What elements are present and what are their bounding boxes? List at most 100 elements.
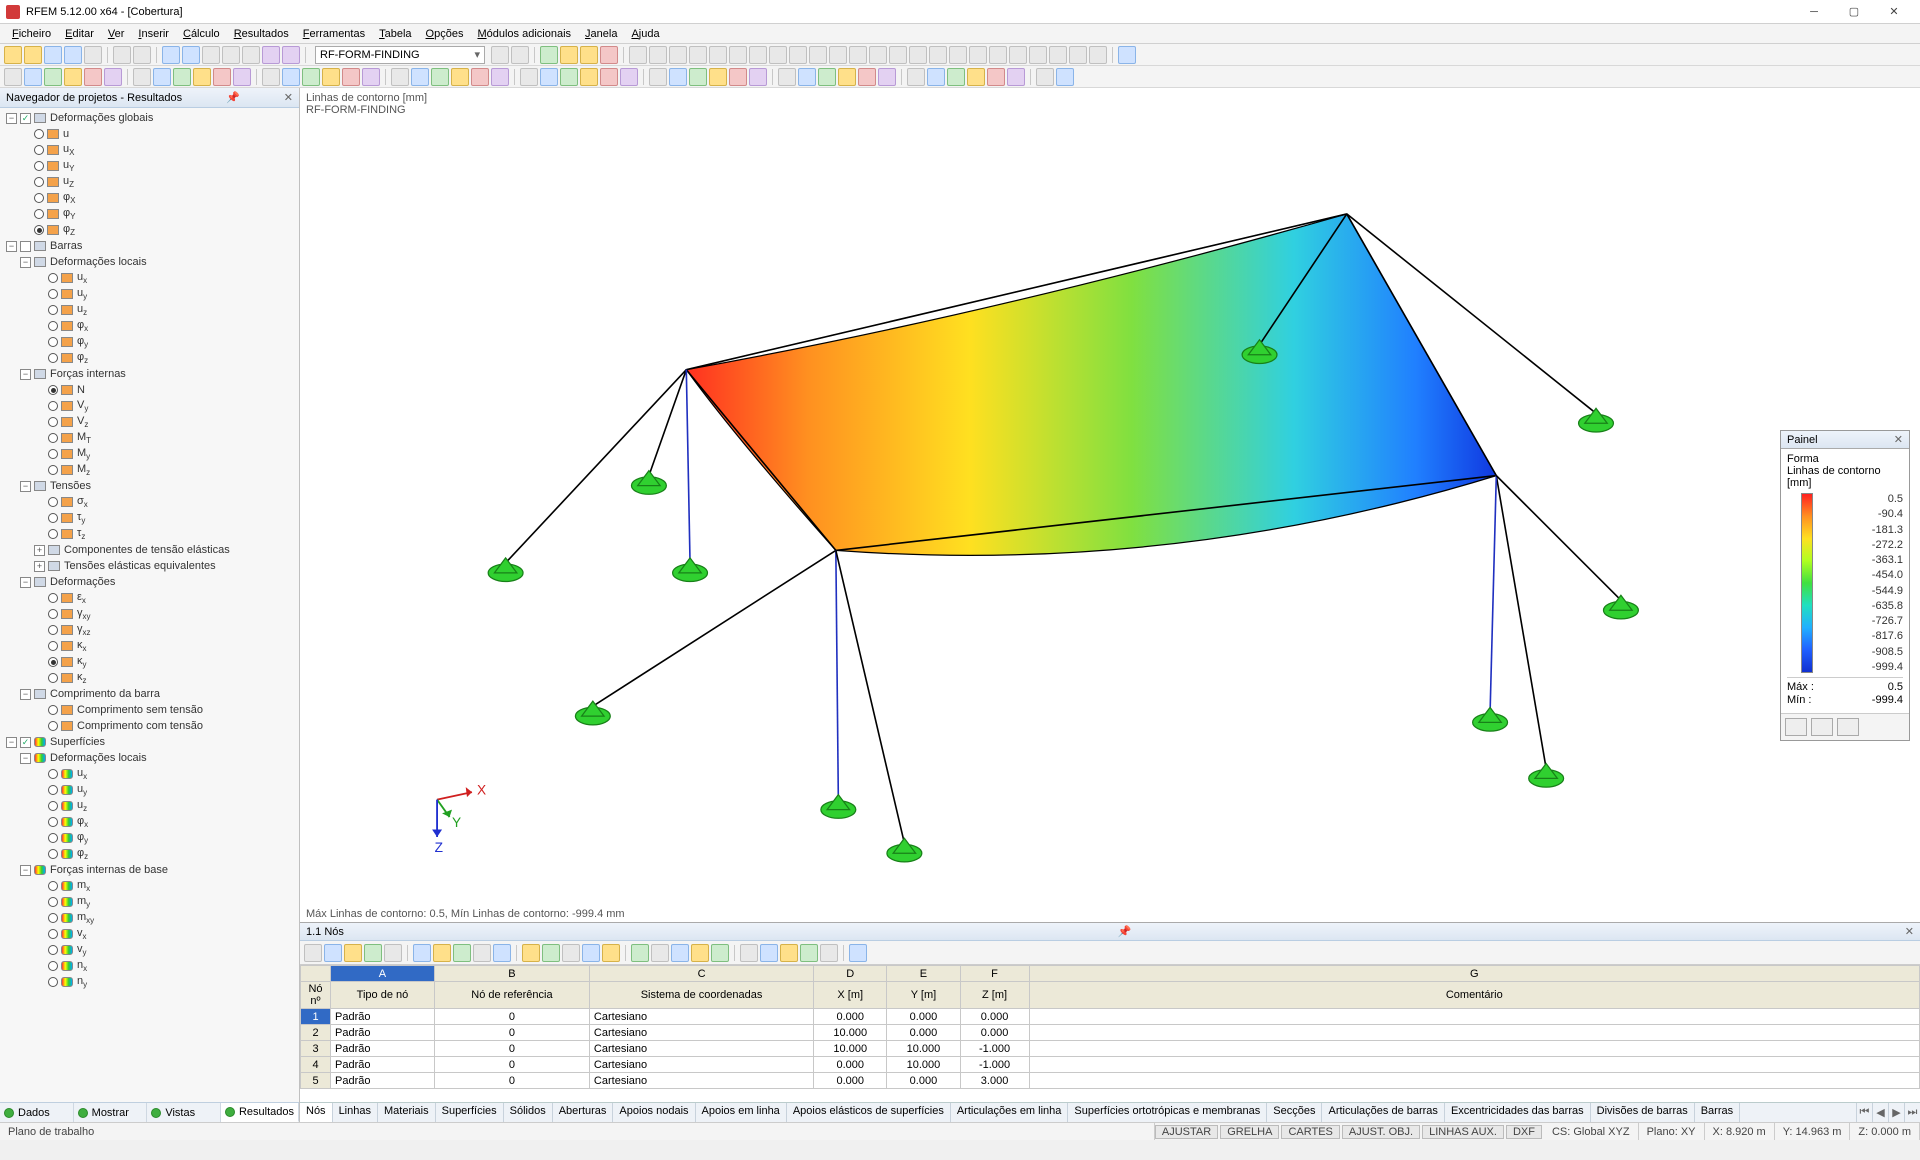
- tb-calc[interactable]: [540, 46, 558, 64]
- radio[interactable]: [48, 465, 58, 475]
- tree-node[interactable]: uy: [0, 782, 299, 798]
- sheet-tab[interactable]: Divisões de barras: [1591, 1103, 1695, 1122]
- radio[interactable]: [48, 961, 58, 971]
- tbl-tool[interactable]: [562, 944, 580, 962]
- expand-icon[interactable]: −: [20, 369, 31, 380]
- tb-misc[interactable]: [1009, 46, 1027, 64]
- tb-next[interactable]: [511, 46, 529, 64]
- radio[interactable]: [48, 273, 58, 283]
- tb-misc[interactable]: [1029, 46, 1047, 64]
- expand-icon[interactable]: −: [6, 113, 17, 124]
- radio[interactable]: [48, 593, 58, 603]
- tb2-btn[interactable]: [84, 68, 102, 86]
- tb-redo[interactable]: [133, 46, 151, 64]
- cell[interactable]: 0.000: [960, 1009, 1029, 1025]
- cell[interactable]: 0: [434, 1057, 589, 1073]
- tb-rotate[interactable]: [242, 46, 260, 64]
- tree-node[interactable]: −Deformações locais: [0, 254, 299, 270]
- tree-node[interactable]: φx: [0, 318, 299, 334]
- tb2-btn[interactable]: [4, 68, 22, 86]
- tbl-tool[interactable]: [344, 944, 362, 962]
- tb-misc[interactable]: [969, 46, 987, 64]
- tb2-btn[interactable]: [838, 68, 856, 86]
- col-letter[interactable]: C: [589, 966, 813, 982]
- tree-node[interactable]: my: [0, 894, 299, 910]
- tree-node[interactable]: −✓Superfícies: [0, 734, 299, 750]
- tb-misc[interactable]: [909, 46, 927, 64]
- tbl-tool[interactable]: [651, 944, 669, 962]
- tb2-btn[interactable]: [729, 68, 747, 86]
- tb-calc4[interactable]: [600, 46, 618, 64]
- radio[interactable]: [48, 385, 58, 395]
- tbl-tool[interactable]: [473, 944, 491, 962]
- tbl-tool[interactable]: [849, 944, 867, 962]
- sheet-tab[interactable]: Barras: [1695, 1103, 1740, 1122]
- tree-node[interactable]: vx: [0, 926, 299, 942]
- radio[interactable]: [48, 897, 58, 907]
- tab-scroll[interactable]: ⏮: [1856, 1103, 1872, 1122]
- results-tree[interactable]: −✓Deformações globaisuuXuYuZφXφYφZ−Barra…: [0, 108, 299, 1102]
- sheet-tab[interactable]: Articulações de barras: [1322, 1103, 1444, 1122]
- col-header[interactable]: Z [m]: [960, 982, 1029, 1009]
- radio[interactable]: [34, 129, 44, 139]
- tree-node[interactable]: Comprimento sem tensão: [0, 702, 299, 718]
- tree-node[interactable]: uY: [0, 158, 299, 174]
- tb-misc[interactable]: [789, 46, 807, 64]
- tree-node[interactable]: ux: [0, 270, 299, 286]
- cell[interactable]: Padrão: [331, 1025, 435, 1041]
- radio[interactable]: [48, 353, 58, 363]
- sheet-tab[interactable]: Apoios em linha: [696, 1103, 787, 1122]
- status-toggle-linhas aux.[interactable]: LINHAS AUX.: [1422, 1125, 1504, 1139]
- loadcase-combo[interactable]: RF-FORM-FINDING ▾: [315, 46, 485, 64]
- tree-node[interactable]: +Componentes de tensão elásticas: [0, 542, 299, 558]
- col-letter[interactable]: F: [960, 966, 1029, 982]
- radio[interactable]: [34, 193, 44, 203]
- tb-misc[interactable]: [809, 46, 827, 64]
- tree-node[interactable]: −Forças internas: [0, 366, 299, 382]
- tb2-btn[interactable]: [818, 68, 836, 86]
- menu-ajuda[interactable]: Ajuda: [625, 26, 665, 42]
- maximize-button[interactable]: ▢: [1834, 1, 1874, 23]
- sheet-tab[interactable]: Secções: [1267, 1103, 1322, 1122]
- menu-ver[interactable]: Ver: [102, 26, 131, 42]
- tree-node[interactable]: My: [0, 446, 299, 462]
- radio[interactable]: [48, 881, 58, 891]
- tab-scroll[interactable]: ⏭: [1904, 1103, 1920, 1122]
- radio[interactable]: [34, 209, 44, 219]
- menu-cálculo[interactable]: Cálculo: [177, 26, 226, 42]
- tb-misc[interactable]: [749, 46, 767, 64]
- menu-resultados[interactable]: Resultados: [228, 26, 295, 42]
- row-header[interactable]: 3: [301, 1041, 331, 1057]
- tbl-tool[interactable]: [780, 944, 798, 962]
- col-header[interactable]: Y [m]: [887, 982, 960, 1009]
- tree-node[interactable]: κy: [0, 654, 299, 670]
- tbl-tool[interactable]: [384, 944, 402, 962]
- tb-prev[interactable]: [491, 46, 509, 64]
- tree-node[interactable]: φy: [0, 830, 299, 846]
- tree-node[interactable]: Vz: [0, 414, 299, 430]
- status-toggle-cartes[interactable]: CARTES: [1281, 1125, 1339, 1139]
- radio[interactable]: [48, 929, 58, 939]
- tb-misc[interactable]: [689, 46, 707, 64]
- radio[interactable]: [34, 177, 44, 187]
- tb-misc[interactable]: [989, 46, 1007, 64]
- sheet-tab[interactable]: Apoios nodais: [613, 1103, 695, 1122]
- tbl-tool[interactable]: [631, 944, 649, 962]
- col-letter[interactable]: E: [887, 966, 960, 982]
- tb-calc2[interactable]: [560, 46, 578, 64]
- navigator-close-icon[interactable]: ✕: [284, 91, 293, 104]
- tree-node[interactable]: nx: [0, 958, 299, 974]
- col-letter[interactable]: D: [814, 966, 887, 982]
- tb2-btn[interactable]: [927, 68, 945, 86]
- tb2-btn[interactable]: [1056, 68, 1074, 86]
- tb2-btn[interactable]: [987, 68, 1005, 86]
- radio[interactable]: [48, 337, 58, 347]
- model-canvas[interactable]: X Y Z Painel ✕ Forma Linhas de contorno …: [300, 120, 1920, 906]
- tree-node[interactable]: −Forças internas de base: [0, 862, 299, 878]
- radio[interactable]: [48, 641, 58, 651]
- tb2-btn[interactable]: [878, 68, 896, 86]
- tb-misc[interactable]: [709, 46, 727, 64]
- tab-scroll[interactable]: ◀: [1872, 1103, 1888, 1122]
- tb2-btn[interactable]: [1036, 68, 1054, 86]
- tree-node[interactable]: Comprimento com tensão: [0, 718, 299, 734]
